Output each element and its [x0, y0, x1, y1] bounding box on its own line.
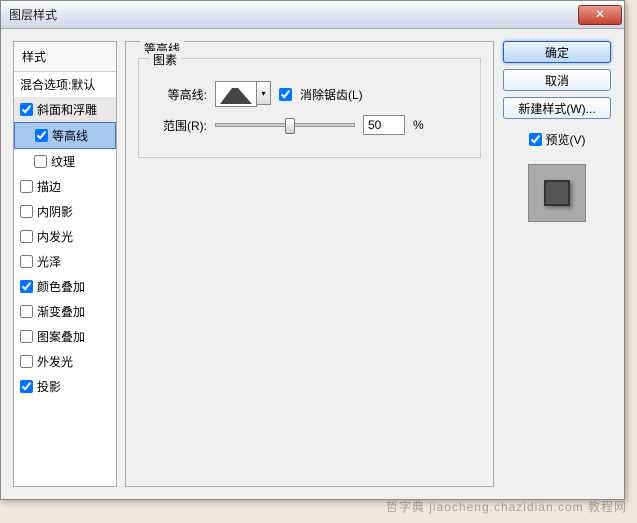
- checkbox-patternoverlay[interactable]: [20, 330, 33, 343]
- watermark: 哲字典 jiaocheng.chazidian.com 教程网: [386, 498, 627, 515]
- sidebar-item-label: 渐变叠加: [37, 303, 85, 320]
- content: 样式 混合选项:默认 斜面和浮雕 等高线 纹理 描边 内阴影: [1, 29, 624, 499]
- sidebar-item-label: 混合选项:默认: [20, 76, 95, 93]
- checkbox-dropshadow[interactable]: [20, 380, 33, 393]
- sidebar-item-label: 外发光: [37, 353, 73, 370]
- preview-thumbnail: [528, 164, 586, 222]
- close-icon: ✕: [595, 7, 605, 21]
- main-panel: 等高线 图素 等高线: ▾ 消除锯齿(L): [125, 41, 494, 487]
- sidebar-item-label: 光泽: [37, 253, 61, 270]
- ok-button[interactable]: 确定: [503, 41, 611, 63]
- sidebar-header: 样式: [14, 42, 116, 72]
- group-title: 图素: [149, 51, 181, 68]
- antialias-label: 消除锯齿(L): [300, 86, 363, 103]
- close-button[interactable]: ✕: [578, 5, 622, 25]
- slider-thumb[interactable]: [285, 118, 295, 134]
- contour-label: 等高线:: [153, 86, 207, 103]
- window-title: 图层样式: [9, 6, 578, 23]
- sidebar-item-label: 内发光: [37, 228, 73, 245]
- checkbox-stroke[interactable]: [20, 180, 33, 193]
- sidebar-item-label: 图案叠加: [37, 328, 85, 345]
- element-group: 图素 等高线: ▾ 消除锯齿(L) 范围(R):: [138, 58, 481, 158]
- sidebar-item-innerglow[interactable]: 内发光: [14, 224, 116, 249]
- sidebar-item-bevel[interactable]: 斜面和浮雕: [14, 97, 116, 122]
- range-unit: %: [413, 118, 424, 132]
- sidebar-item-coloroverlay[interactable]: 颜色叠加: [14, 274, 116, 299]
- sidebar-item-label: 内阴影: [37, 203, 73, 220]
- right-panel: 确定 取消 新建样式(W)... 预览(V): [502, 41, 612, 487]
- sidebar-item-outerglow[interactable]: 外发光: [14, 349, 116, 374]
- checkbox-innershadow[interactable]: [20, 205, 33, 218]
- chevron-down-icon[interactable]: ▾: [257, 81, 271, 105]
- preview-toggle[interactable]: 预览(V): [529, 131, 586, 148]
- checkbox-satin[interactable]: [20, 255, 33, 268]
- range-row: 范围(R): %: [153, 115, 466, 135]
- sidebar-item-texture[interactable]: 纹理: [14, 149, 116, 174]
- styles-sidebar: 样式 混合选项:默认 斜面和浮雕 等高线 纹理 描边 内阴影: [13, 41, 117, 487]
- range-label: 范围(R):: [153, 117, 207, 134]
- sidebar-item-label: 斜面和浮雕: [37, 101, 97, 118]
- checkbox-antialias[interactable]: [279, 88, 292, 101]
- sidebar-item-patternoverlay[interactable]: 图案叠加: [14, 324, 116, 349]
- contour-row: 等高线: ▾ 消除锯齿(L): [153, 81, 466, 107]
- contour-curve-icon: [218, 84, 254, 106]
- preview-label: 预览(V): [546, 131, 586, 148]
- sidebar-item-dropshadow[interactable]: 投影: [14, 374, 116, 399]
- sidebar-item-label: 投影: [37, 378, 61, 395]
- sidebar-item-label: 纹理: [51, 153, 75, 170]
- sidebar-item-contour[interactable]: 等高线: [14, 122, 116, 149]
- sidebar-item-innershadow[interactable]: 内阴影: [14, 199, 116, 224]
- cancel-button[interactable]: 取消: [503, 69, 611, 91]
- checkbox-innerglow[interactable]: [20, 230, 33, 243]
- preview-inner-icon: [544, 180, 570, 206]
- sidebar-item-satin[interactable]: 光泽: [14, 249, 116, 274]
- sidebar-item-label: 颜色叠加: [37, 278, 85, 295]
- contour-preview: [215, 81, 257, 107]
- checkbox-coloroverlay[interactable]: [20, 280, 33, 293]
- sidebar-item-label: 等高线: [52, 127, 88, 144]
- checkbox-gradientoverlay[interactable]: [20, 305, 33, 318]
- checkbox-outerglow[interactable]: [20, 355, 33, 368]
- checkbox-contour[interactable]: [35, 129, 48, 142]
- new-style-button[interactable]: 新建样式(W)...: [503, 97, 611, 119]
- contour-picker[interactable]: ▾: [215, 81, 271, 107]
- checkbox-preview[interactable]: [529, 133, 542, 146]
- titlebar: 图层样式 ✕: [1, 1, 624, 29]
- range-slider[interactable]: [215, 123, 355, 127]
- dialog-window: 图层样式 ✕ 样式 混合选项:默认 斜面和浮雕 等高线 纹理: [0, 0, 625, 500]
- checkbox-bevel[interactable]: [20, 103, 33, 116]
- sidebar-item-stroke[interactable]: 描边: [14, 174, 116, 199]
- sidebar-item-blending[interactable]: 混合选项:默认: [14, 72, 116, 97]
- sidebar-item-gradientoverlay[interactable]: 渐变叠加: [14, 299, 116, 324]
- range-input[interactable]: [363, 115, 405, 135]
- sidebar-item-label: 描边: [37, 178, 61, 195]
- checkbox-texture[interactable]: [34, 155, 47, 168]
